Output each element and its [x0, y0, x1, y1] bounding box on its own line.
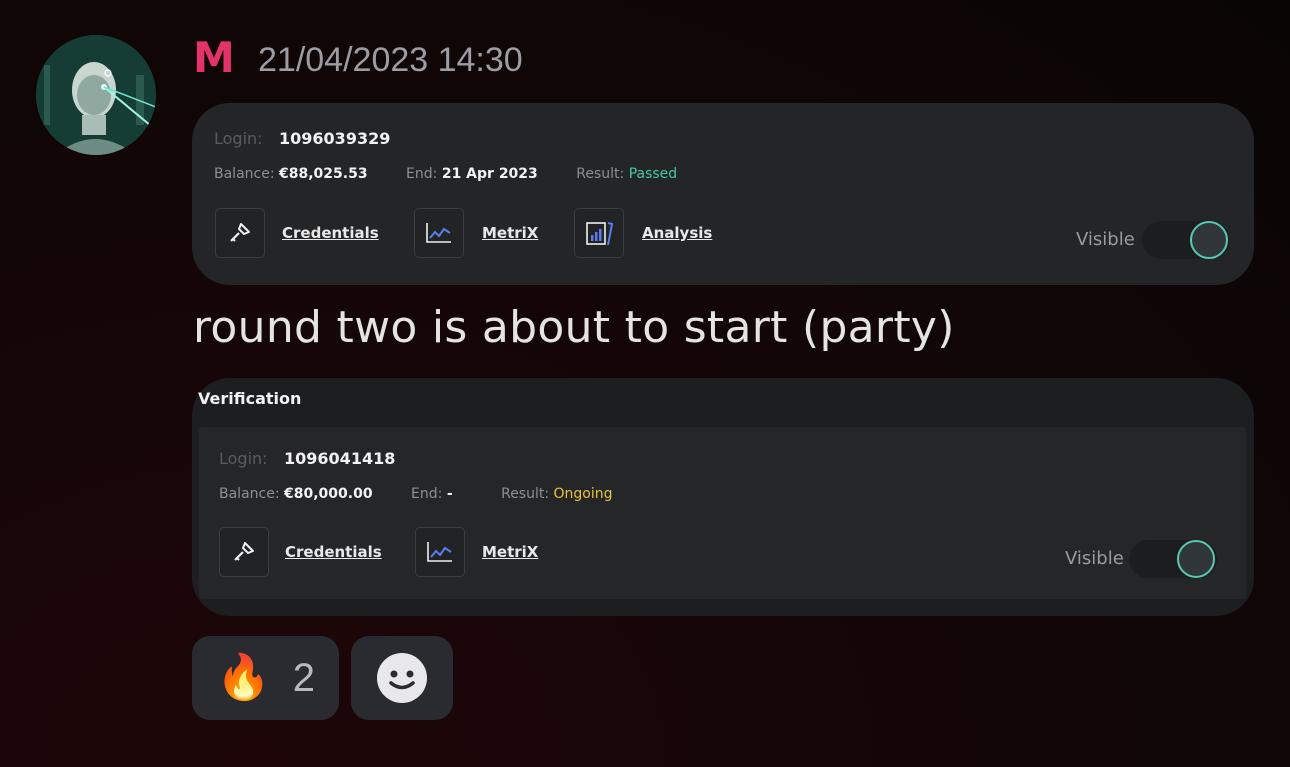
analysis-icon-button[interactable] — [574, 208, 624, 258]
message-timestamp: 21/04/2023 14:30 — [258, 41, 523, 79]
balance-value: €88,025.53 — [279, 166, 368, 182]
add-reaction-icon — [377, 653, 427, 703]
details-row: Balance: €88,025.53 End: 21 Apr 2023 Res… — [214, 166, 677, 182]
message-text: round two is about to start (party) — [193, 302, 955, 353]
analysis-link[interactable]: Analysis — [642, 224, 712, 242]
user-avatar[interactable] — [36, 35, 156, 155]
balance-label: Balance: — [219, 486, 280, 502]
account-card: Login: 1096039329 Balance: €88,025.53 En… — [192, 103, 1254, 285]
details-row: Balance: €80,000.00 End: - Result: Ongoi… — [219, 486, 613, 502]
line-chart-icon — [426, 223, 451, 243]
reaction-count: 2 — [292, 655, 316, 700]
verification-card-body: Login: 1096041418 Balance: €80,000.00 En… — [199, 427, 1246, 599]
report-icon — [586, 222, 614, 246]
result-value: Ongoing — [553, 486, 613, 502]
end-label: End: — [406, 166, 438, 182]
visible-toggle[interactable] — [1142, 221, 1230, 259]
visible-toggle[interactable] — [1129, 540, 1217, 578]
metrix-icon-button[interactable] — [414, 208, 464, 258]
verification-card: Verification Login: 1096041418 Balance: … — [192, 378, 1254, 616]
fire-icon: 🔥 — [215, 653, 271, 702]
credentials-icon-button[interactable] — [219, 527, 269, 577]
login-value: 1096041418 — [284, 449, 396, 468]
credentials-link[interactable]: Credentials — [282, 224, 379, 242]
login-row: Login: 1096039329 — [214, 129, 390, 148]
metrix-link[interactable]: MetriX — [482, 224, 538, 242]
login-row: Login: 1096041418 — [219, 449, 395, 468]
result-value: Passed — [628, 166, 678, 182]
toggle-knob — [1177, 540, 1215, 578]
avatar-image — [36, 35, 156, 155]
login-value: 1096039329 — [279, 129, 391, 148]
visible-label: Visible — [1076, 229, 1135, 250]
visible-label: Visible — [1065, 548, 1124, 569]
metrix-link[interactable]: MetriX — [482, 543, 538, 561]
card-title: Verification — [198, 389, 302, 408]
credentials-link[interactable]: Credentials — [285, 543, 382, 561]
result-label: Result: — [501, 486, 550, 502]
balance-label: Balance: — [214, 166, 275, 182]
end-label: End: — [411, 486, 443, 502]
add-reaction-button[interactable] — [351, 636, 453, 720]
login-label: Login: — [219, 449, 268, 468]
toggle-knob — [1190, 221, 1228, 259]
end-value: 21 Apr 2023 — [441, 166, 538, 182]
fire-reaction-button[interactable]: 🔥 2 — [192, 636, 339, 720]
login-label: Login: — [214, 129, 263, 148]
result-label: Result: — [576, 166, 625, 182]
line-chart-icon — [427, 542, 452, 562]
credentials-icon-button[interactable] — [215, 208, 265, 258]
key-icon — [234, 542, 254, 561]
metrix-icon-button[interactable] — [415, 527, 465, 577]
author-name[interactable]: M — [193, 33, 235, 82]
balance-value: €80,000.00 — [284, 486, 373, 502]
key-icon — [230, 223, 250, 242]
end-value: - — [446, 486, 453, 502]
